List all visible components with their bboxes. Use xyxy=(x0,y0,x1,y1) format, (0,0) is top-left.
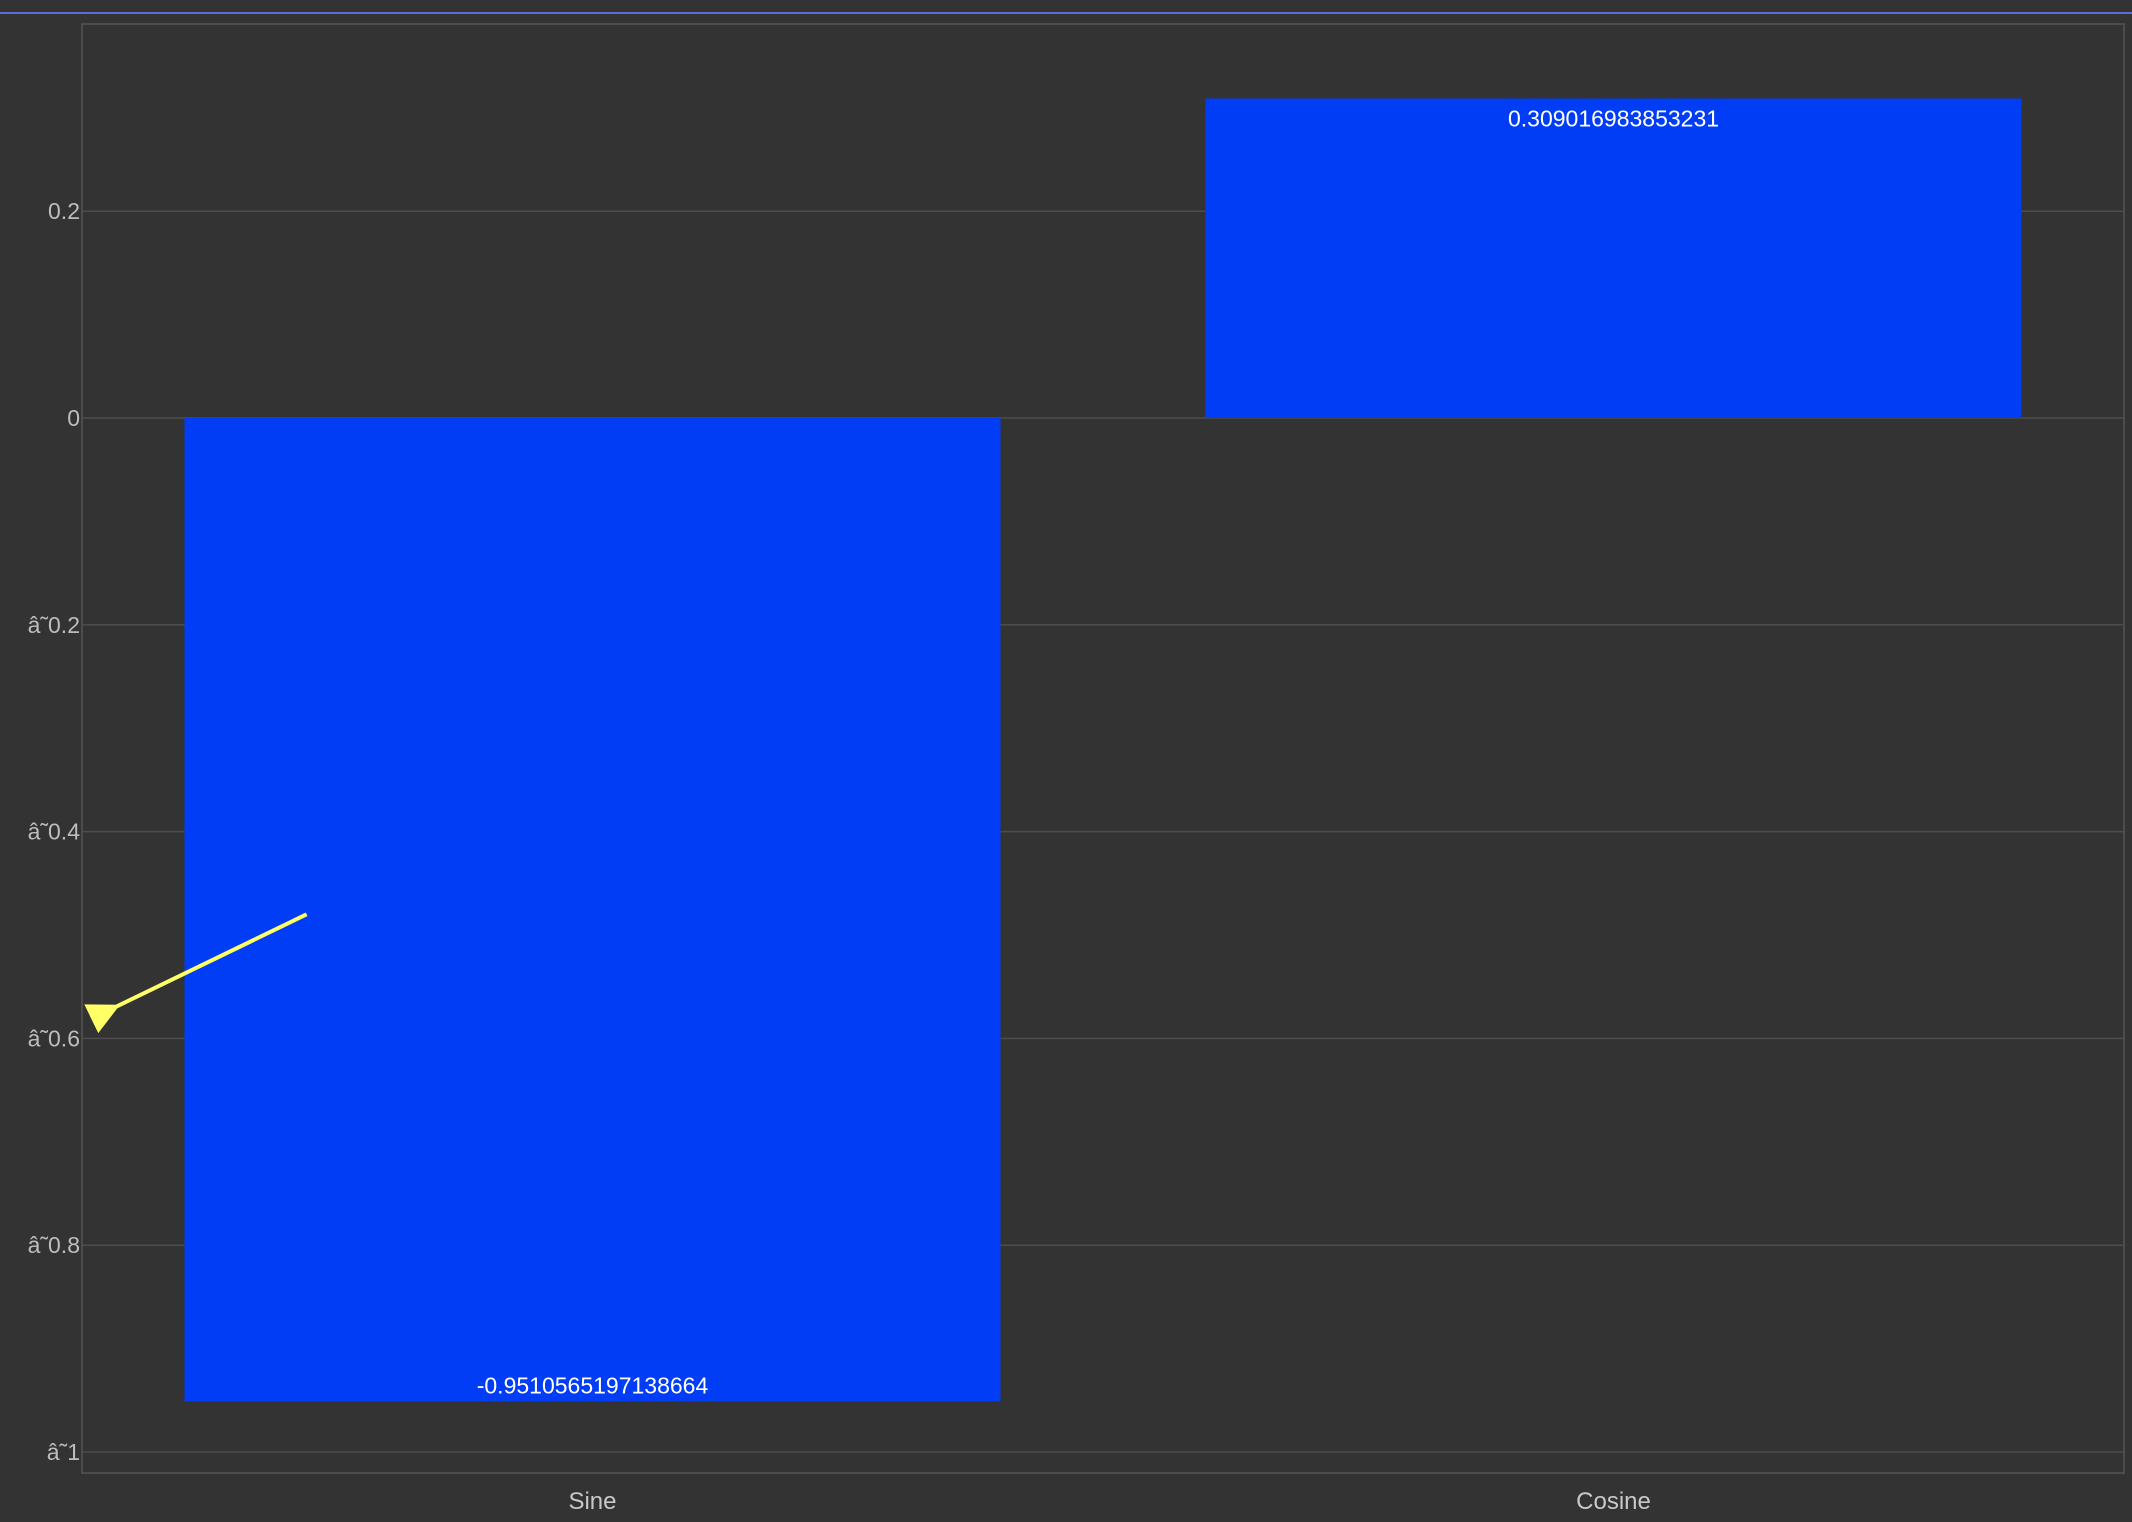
y-tick-label: â˜0.2 xyxy=(28,612,80,638)
y-tick-label: â˜1 xyxy=(47,1439,80,1465)
y-tick-label: â˜0.6 xyxy=(28,1025,80,1051)
x-tick-label: Sine xyxy=(568,1488,616,1515)
y-tick-label: 0 xyxy=(67,405,80,431)
bar-cosine xyxy=(1205,98,2022,418)
y-tick-label: 0.2 xyxy=(48,198,80,224)
data-label: 0.309016983853231 xyxy=(1508,105,1719,131)
x-tick-label: Cosine xyxy=(1576,1488,1651,1515)
data-label: -0.9510565197138664 xyxy=(477,1372,709,1398)
bar-chart: 0.2 0 â˜0.2 â˜0.4 â˜0.6 â˜0.8 â˜1 -0.9510565197… xyxy=(28,23,2125,1515)
bar-sine xyxy=(184,418,1001,1402)
y-tick-label: â˜0.4 xyxy=(28,819,81,845)
y-tick-label: â˜0.8 xyxy=(28,1232,80,1258)
